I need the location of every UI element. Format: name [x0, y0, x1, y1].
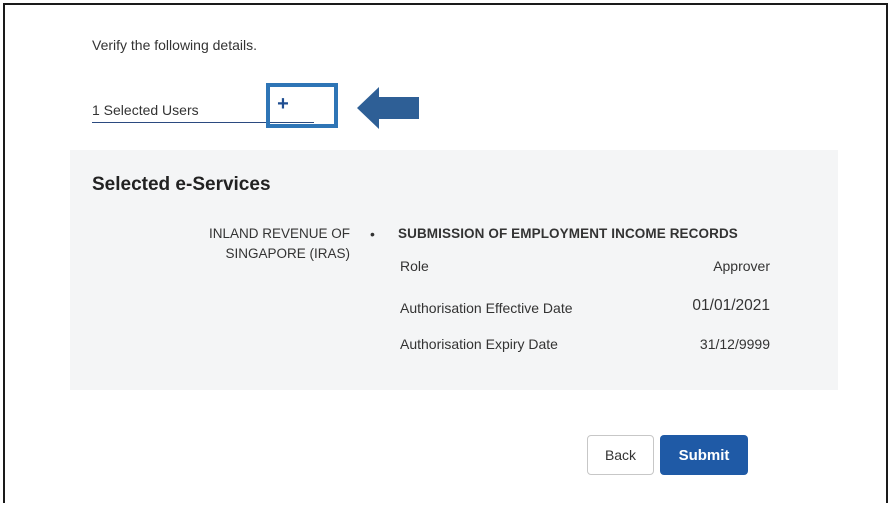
selected-users-label: 1 Selected Users: [92, 102, 199, 118]
section-title: Selected e-Services: [92, 174, 271, 195]
role-label: Role: [400, 258, 429, 274]
left-arrow-icon: [357, 87, 419, 129]
expiry-date-value: 31/12/9999: [699, 336, 770, 352]
instruction-text: Verify the following details.: [92, 37, 257, 53]
back-button[interactable]: Back: [587, 435, 654, 475]
effective-date-label: Authorisation Effective Date: [400, 300, 573, 316]
bullet-icon: •: [370, 226, 375, 242]
eservice-name: SUBMISSION OF EMPLOYMENT INCOME RECORDS: [398, 226, 738, 241]
expiry-date-label: Authorisation Expiry Date: [400, 336, 558, 352]
effective-date-value: 01/01/2021: [692, 297, 770, 314]
agency-name-line2: SINGAPORE (IRAS): [225, 246, 350, 261]
selected-eservices-panel: Selected e-Services INLAND REVENUE OF SI…: [70, 150, 838, 390]
agency-name-line1: INLAND REVENUE OF: [208, 226, 350, 241]
agency-name: INLAND REVENUE OF SINGAPORE (IRAS): [168, 224, 350, 264]
role-value: Approver: [713, 258, 770, 274]
annotation-highlight-box: [266, 83, 338, 128]
submit-button[interactable]: Submit: [660, 435, 748, 475]
